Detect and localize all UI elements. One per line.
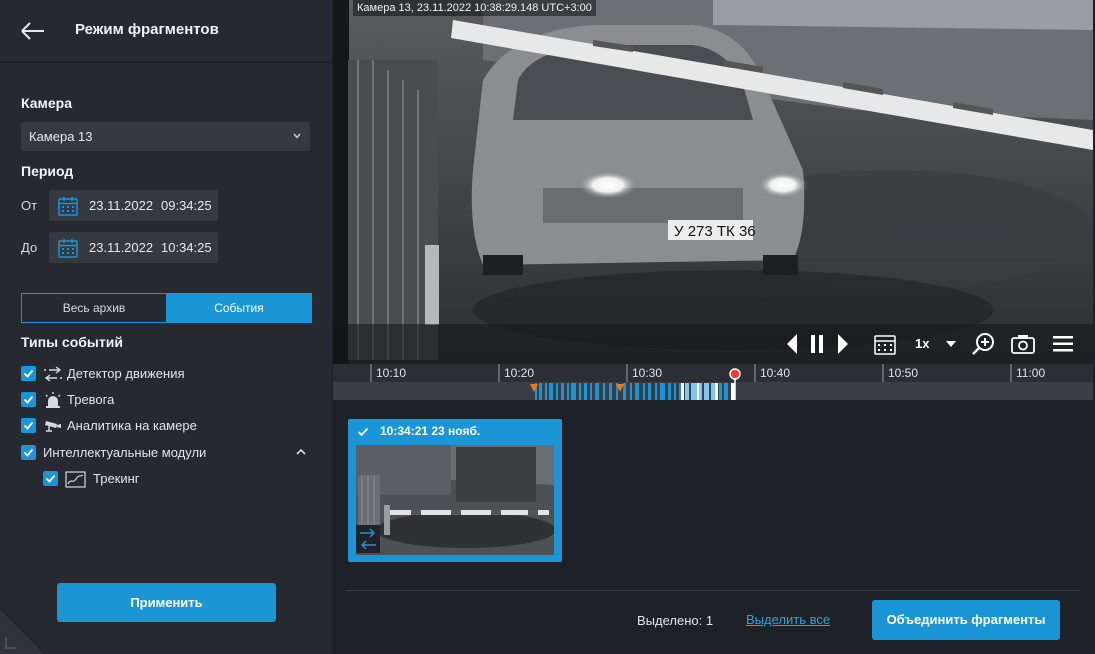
snapshot-icon[interactable]: [1010, 332, 1036, 356]
camera-select-value: Камера 13: [29, 129, 93, 144]
sidebar-header: Режим фрагментов: [0, 0, 332, 63]
checkbox[interactable]: [21, 445, 36, 460]
tracking-icon: [65, 471, 86, 488]
timeline-tick: 11:00: [1016, 366, 1046, 380]
timeline-tick: 10:10: [376, 366, 407, 380]
calendar-icon: [58, 239, 78, 258]
video-player[interactable]: У 273 ТК 36 Камера 13, 23.11.2022 10:38:…: [333, 0, 1093, 400]
to-date: 23.11.2022: [89, 240, 154, 255]
fragment-card[interactable]: 10:34:21 23 нояб.: [348, 419, 562, 562]
timeline[interactable]: 10:10 10:20 10:30 10:40 10:50 11:00: [333, 364, 1093, 400]
chevron-down-icon: [293, 133, 301, 139]
from-date-field[interactable]: 23.11.2022 09:34:25: [49, 190, 218, 221]
to-time: 10:34:25: [161, 240, 212, 255]
caret-down-icon[interactable]: [945, 340, 957, 348]
fragment-title: 10:34:21 23 нояб.: [380, 424, 481, 438]
fragment-thumbnail: [356, 445, 554, 555]
from-time: 09:34:25: [161, 198, 212, 213]
apply-button[interactable]: Применить: [57, 583, 276, 622]
timeline-tick: 10:20: [504, 366, 535, 380]
event-type-motion[interactable]: Детектор движения: [21, 364, 311, 384]
resize-corner-icon[interactable]: [0, 610, 44, 654]
alarm-icon: [45, 392, 61, 408]
merge-fragments-button[interactable]: Объединить фрагменты: [872, 600, 1060, 640]
camera-analytics-icon: [45, 421, 61, 432]
event-type-label: Детектор движения: [67, 366, 185, 381]
arrow-left-icon: [21, 22, 44, 40]
sidebar: Режим фрагментов Камера Камера 13 Период…: [0, 0, 332, 654]
camera-video-frame: У 273 ТК 36: [333, 0, 1093, 364]
archive-mode-toggle: Весь архив События: [21, 293, 312, 323]
checkbox[interactable]: [21, 392, 36, 407]
mode-all-archive[interactable]: Весь архив: [21, 293, 167, 323]
event-type-label: Аналитика на камере: [67, 418, 197, 433]
event-type-tracking[interactable]: Трекинг: [43, 469, 293, 489]
to-label: До: [21, 240, 38, 255]
step-back-icon[interactable]: [785, 333, 799, 355]
check-icon: [357, 427, 369, 437]
event-type-label: Интеллектуальные модули: [43, 445, 207, 460]
event-type-camera-analytics[interactable]: Аналитика на камере: [21, 416, 311, 436]
event-type-alarm[interactable]: Тревога: [21, 390, 311, 410]
timeline-tick: 10:30: [632, 366, 663, 380]
checkbox[interactable]: [21, 366, 36, 381]
svg-text:У 273 ТК 36: У 273 ТК 36: [674, 223, 756, 240]
motion-icon: [44, 366, 62, 382]
video-timestamp: Камера 13, 23.11.2022 10:38:29.148 UTC+3…: [353, 0, 596, 16]
calendar-icon: [58, 197, 78, 216]
timeline-tick: 10:40: [760, 366, 791, 380]
back-button[interactable]: [18, 17, 48, 45]
menu-icon[interactable]: [1052, 334, 1074, 354]
zoom-in-icon[interactable]: [971, 331, 997, 357]
selected-count: Выделено: 1: [637, 613, 714, 628]
event-type-intelligent-modules[interactable]: Интеллектуальные модули: [21, 443, 311, 463]
to-date-field[interactable]: 23.11.2022 10:34:25: [49, 232, 218, 263]
page-title: Режим фрагментов: [75, 21, 219, 38]
period-label: Период: [21, 163, 74, 179]
select-all-link[interactable]: Выделить все: [746, 612, 830, 627]
playback-controls: 1x: [333, 324, 1093, 364]
pause-icon[interactable]: [809, 333, 825, 355]
camera-label: Камера: [21, 95, 72, 111]
divider: [346, 590, 1081, 591]
from-date: 23.11.2022: [89, 198, 154, 213]
checkbox[interactable]: [21, 418, 36, 433]
step-forward-icon[interactable]: [836, 333, 850, 355]
event-types-label: Типы событий: [21, 334, 123, 350]
event-type-label: Трекинг: [93, 471, 140, 486]
timeline-track: [333, 364, 1093, 400]
from-label: От: [21, 198, 38, 213]
event-type-label: Тревога: [67, 392, 115, 407]
chevron-up-icon[interactable]: [295, 447, 307, 457]
checkbox[interactable]: [43, 471, 58, 486]
calendar-icon[interactable]: [873, 332, 897, 356]
timeline-tick: 10:50: [888, 366, 919, 380]
mode-events[interactable]: События: [166, 293, 312, 323]
playback-speed[interactable]: 1x: [915, 336, 929, 351]
camera-select[interactable]: Камера 13: [21, 122, 310, 151]
